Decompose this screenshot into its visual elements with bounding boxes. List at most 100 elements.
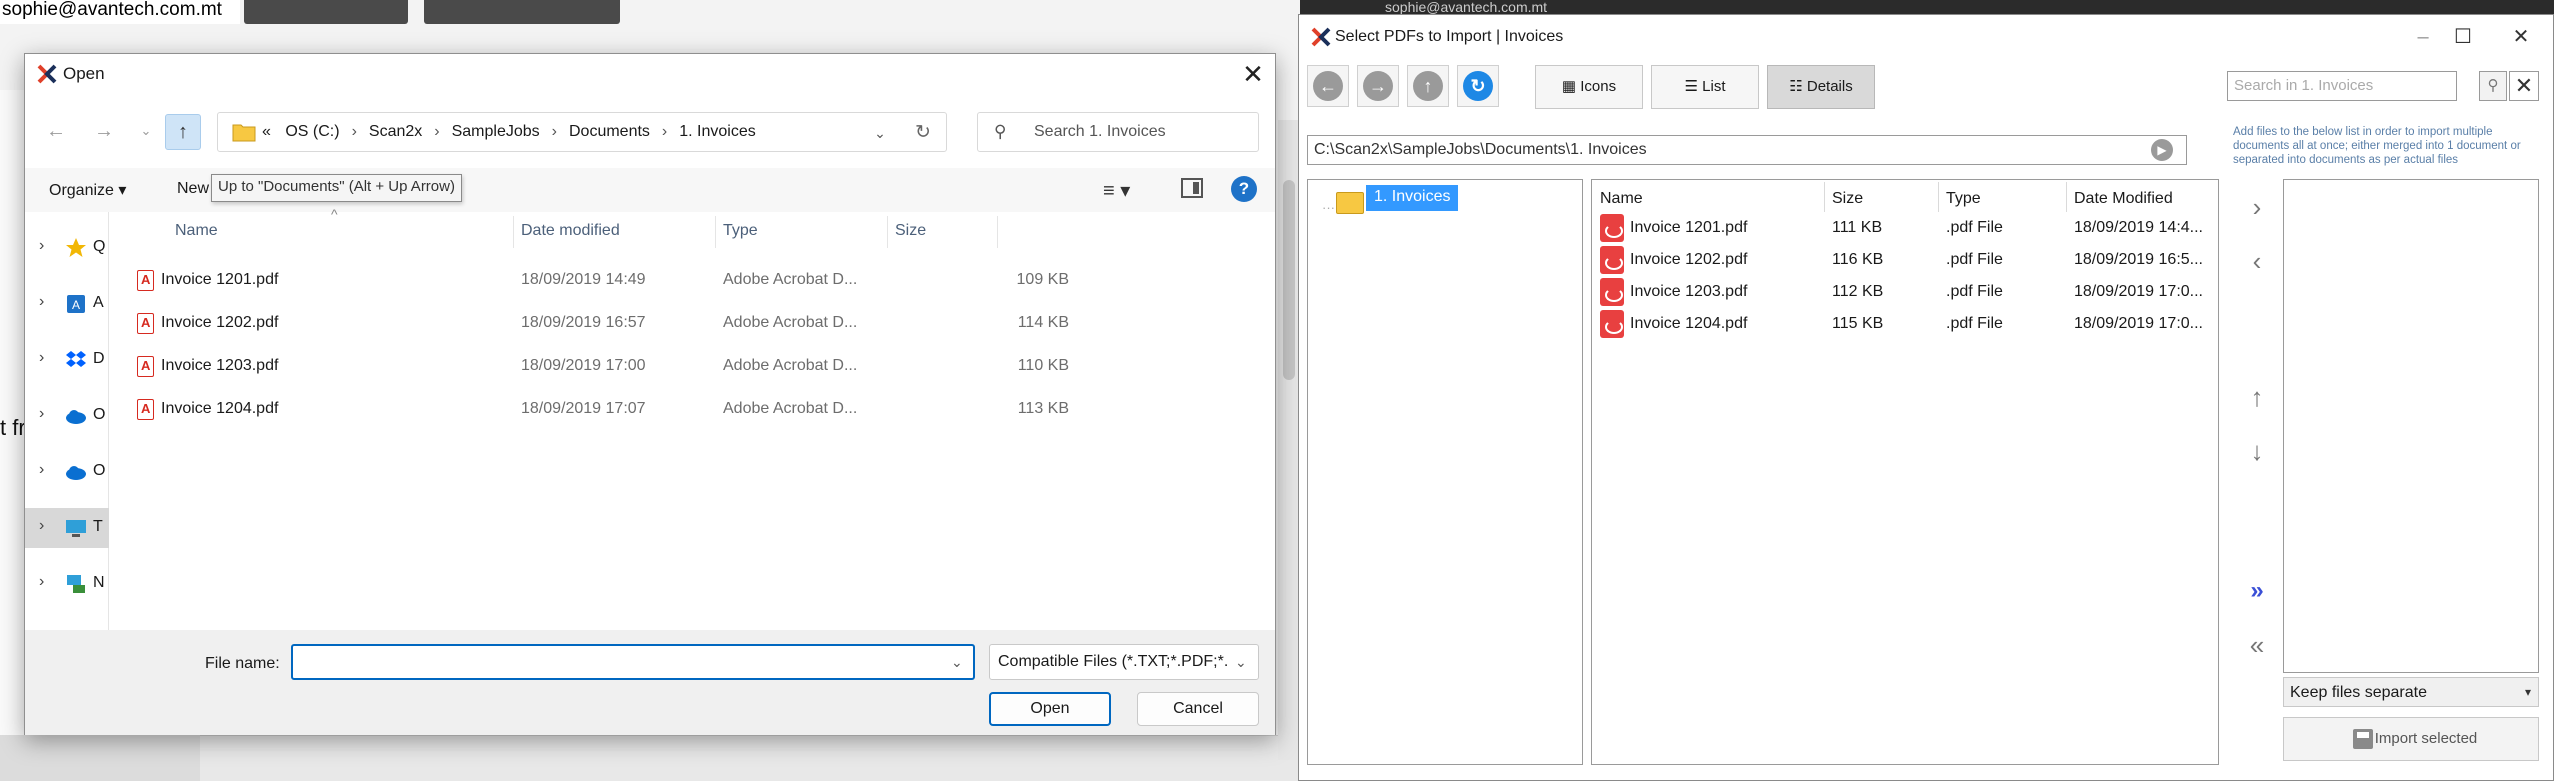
breadcrumb-overflow[interactable]: «: [262, 123, 271, 140]
move-up-arrow-icon[interactable]: ↑: [2239, 381, 2275, 413]
file-name-dropdown-icon[interactable]: ⌄: [951, 654, 963, 671]
clear-search-icon[interactable]: ✕: [2509, 71, 2539, 101]
file-row[interactable]: Invoice 1201.pdf 18/09/2019 14:49 Adobe …: [109, 260, 1275, 303]
tree-item-invoices[interactable]: 1. Invoices: [1366, 185, 1459, 211]
file-name-input[interactable]: [291, 644, 975, 680]
icons-view-button[interactable]: ▦ Icons: [1535, 65, 1643, 109]
breadcrumb-separator-icon[interactable]: ›: [540, 123, 569, 140]
nav-item-dropbox[interactable]: › D: [25, 340, 109, 380]
go-arrow-icon[interactable]: ▶: [2151, 139, 2173, 161]
column-header-date-modified[interactable]: Date modified: [521, 222, 620, 240]
back-arrow-icon[interactable]: ←: [39, 114, 73, 148]
column-divider[interactable]: [1824, 182, 1825, 212]
file-type-dropdown-icon[interactable]: ⌄: [1235, 654, 1247, 671]
breadcrumb-item-scan2x[interactable]: Scan2x: [369, 123, 422, 140]
file-row[interactable]: Invoice 1201.pdf 111 KB .pdf File 18/09/…: [1592, 212, 2218, 244]
column-divider[interactable]: [513, 216, 514, 248]
expand-chevron-icon[interactable]: ›: [39, 293, 44, 311]
breadcrumb-separator-icon[interactable]: ›: [340, 123, 369, 140]
refresh-button[interactable]: ↻: [1457, 65, 1499, 107]
column-header-name[interactable]: Name: [175, 222, 218, 240]
remove-file-chevron-left-icon[interactable]: ‹: [2239, 245, 2275, 277]
column-divider[interactable]: [2066, 182, 2067, 212]
column-header-size[interactable]: Size: [895, 222, 926, 240]
nav-item-onedrive[interactable]: › O: [25, 396, 109, 436]
refresh-icon[interactable]: ↻: [910, 121, 936, 145]
breadcrumb-separator-icon[interactable]: ›: [422, 123, 451, 140]
file-row[interactable]: Invoice 1204.pdf 18/09/2019 17:07 Adobe …: [109, 389, 1275, 432]
expand-chevron-icon[interactable]: ›: [39, 573, 44, 591]
file-row[interactable]: Invoice 1203.pdf 112 KB .pdf File 18/09/…: [1592, 276, 2218, 308]
open-button[interactable]: Open: [989, 692, 1111, 726]
file-type-select[interactable]: Compatible Files (*.TXT;*.PDF;*.: [989, 644, 1259, 680]
search-input[interactable]: Search in 1. Invoices: [2227, 71, 2457, 101]
expand-chevron-icon[interactable]: ›: [39, 517, 44, 535]
onedrive-icon: [66, 466, 86, 480]
file-row[interactable]: Invoice 1202.pdf 116 KB .pdf File 18/09/…: [1592, 244, 2218, 276]
search-placeholder: Search 1. Invoices: [1034, 123, 1166, 140]
up-button[interactable]: ↑: [1407, 65, 1449, 107]
column-divider[interactable]: [1938, 182, 1939, 212]
background-top-button-2[interactable]: [424, 0, 620, 24]
expand-chevron-icon[interactable]: ›: [39, 237, 44, 255]
import-selected-button[interactable]: Import selected: [2283, 717, 2539, 761]
close-icon[interactable]: ✕: [1235, 57, 1271, 91]
recent-locations-chevron-icon[interactable]: ⌄: [129, 114, 163, 148]
add-file-chevron-right-icon[interactable]: ›: [2239, 191, 2275, 223]
move-down-arrow-icon[interactable]: ↓: [2239, 435, 2275, 467]
minimize-icon[interactable]: –: [2403, 23, 2443, 51]
column-header-type[interactable]: Type: [723, 222, 758, 240]
details-view-button[interactable]: ☷ Details: [1767, 65, 1875, 109]
background-top-button[interactable]: [244, 0, 408, 24]
nav-item-this-pc[interactable]: › T: [25, 508, 109, 548]
search-box[interactable]: ⚲ Search 1. Invoices: [977, 112, 1259, 152]
back-button[interactable]: ←: [1307, 65, 1349, 107]
cancel-button[interactable]: Cancel: [1137, 692, 1259, 726]
organize-menu[interactable]: Organize ▾: [49, 180, 126, 200]
chevron-down-icon[interactable]: ▾: [2525, 685, 2531, 699]
list-view-button[interactable]: ☰ List: [1651, 65, 1759, 109]
help-icon[interactable]: ?: [1231, 176, 1257, 202]
view-options-icon[interactable]: ≡ ▾: [1103, 178, 1130, 203]
column-header-date-modified[interactable]: Date Modified: [2074, 190, 2173, 208]
path-field[interactable]: C:\Scan2x\SampleJobs\Documents\1. Invoic…: [1307, 135, 2187, 165]
nav-item-network[interactable]: › N: [25, 564, 109, 604]
file-name: Invoice 1201.pdf: [1630, 219, 1748, 236]
background-scrollbar-thumb[interactable]: [1283, 180, 1295, 380]
up-arrow-button[interactable]: ↑: [165, 114, 201, 150]
nav-item-quick-access[interactable]: › Q: [25, 228, 109, 268]
selected-files-list[interactable]: [2283, 179, 2539, 673]
breadcrumb-item-samplejobs[interactable]: SampleJobs: [452, 123, 540, 140]
breadcrumb-separator-icon[interactable]: ›: [650, 123, 679, 140]
column-divider[interactable]: [997, 216, 998, 248]
nav-item-apps[interactable]: › A A: [25, 284, 109, 324]
column-header-size[interactable]: Size: [1832, 190, 1863, 208]
column-header-type[interactable]: Type: [1946, 190, 1981, 208]
new-folder-button[interactable]: New: [177, 180, 209, 198]
close-icon[interactable]: ✕: [2501, 23, 2541, 51]
breadcrumb-item-os[interactable]: OS (C:): [275, 123, 339, 140]
maximize-icon[interactable]: ☐: [2443, 23, 2483, 51]
column-divider[interactable]: [887, 216, 888, 248]
column-header-name[interactable]: Name: [1600, 190, 1643, 208]
breadcrumb-item-documents[interactable]: Documents: [569, 123, 650, 140]
column-divider[interactable]: [715, 216, 716, 248]
expand-chevron-icon[interactable]: ›: [39, 461, 44, 479]
file-row[interactable]: Invoice 1204.pdf 115 KB .pdf File 18/09/…: [1592, 308, 2218, 340]
search-icon[interactable]: ⚲: [2479, 71, 2507, 101]
expand-chevron-icon[interactable]: ›: [39, 349, 44, 367]
forward-button[interactable]: →: [1357, 65, 1399, 107]
nav-item-label: A: [93, 294, 104, 311]
add-all-double-chevron-right-icon[interactable]: »: [2239, 575, 2275, 607]
file-row[interactable]: Invoice 1202.pdf 18/09/2019 16:57 Adobe …: [109, 303, 1275, 346]
remove-all-double-chevron-left-icon[interactable]: «: [2239, 629, 2275, 661]
address-bar[interactable]: « OS (C:) › Scan2x › SampleJobs › Documents › 1.…: [217, 112, 947, 152]
address-dropdown-icon[interactable]: ⌄: [868, 121, 892, 145]
nav-item-onedrive-2[interactable]: › O: [25, 452, 109, 492]
merge-mode-select[interactable]: Keep files separate: [2283, 677, 2539, 707]
breadcrumb-item-invoices[interactable]: 1. Invoices: [679, 123, 755, 140]
forward-arrow-icon[interactable]: →: [87, 114, 121, 148]
preview-pane-icon[interactable]: [1181, 178, 1203, 198]
file-row[interactable]: Invoice 1203.pdf 18/09/2019 17:00 Adobe …: [109, 346, 1275, 389]
expand-chevron-icon[interactable]: ›: [39, 405, 44, 423]
